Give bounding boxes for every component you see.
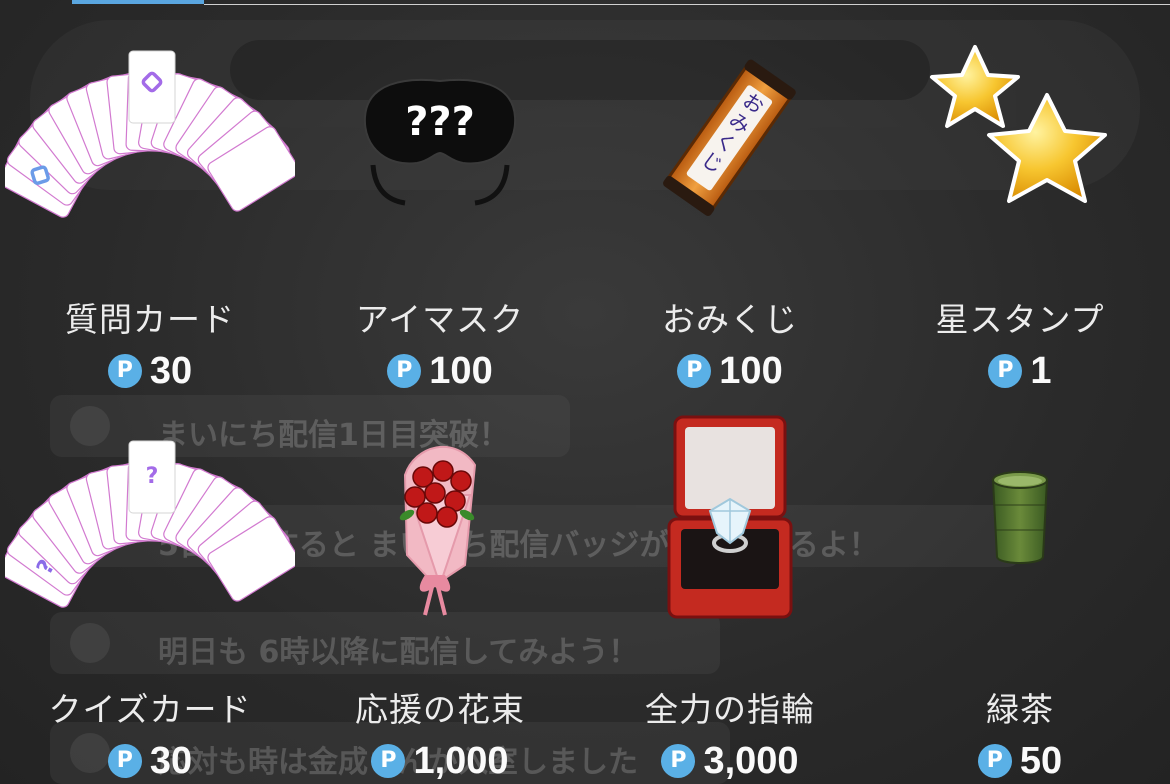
gift-item-price: P 1,000 (295, 737, 585, 784)
omikuji-box-icon: お み く じ (585, 25, 875, 255)
green-tea-cup-icon (875, 415, 1165, 645)
point-icon: P (387, 354, 422, 388)
top-tab-bar (0, 0, 1170, 5)
gift-item-diamond-ring[interactable]: 全力の指輪 P 3,000 (585, 415, 875, 782)
gift-item-price-value: 100 (429, 349, 493, 392)
gift-item-name: おみくじ (662, 300, 798, 339)
point-icon: P (677, 354, 712, 388)
diamond-ring-box-icon (585, 415, 875, 645)
gift-item-flower-bouquet[interactable]: 応援の花束 P 1,000 (295, 415, 585, 782)
point-icon: P (988, 354, 1023, 388)
point-icon: P (107, 744, 142, 778)
eye-mask-icon: ??? (295, 25, 585, 255)
gift-item-name: 星スタンプ (935, 300, 1105, 339)
quiz-card-deck-icon: ? ? (5, 415, 295, 645)
tab-divider (204, 4, 1170, 5)
point-icon: P (661, 744, 696, 778)
gift-item-price: P 1 (875, 347, 1165, 395)
gift-item-name: 質問カード (65, 300, 235, 339)
gift-item-name: アイマスク (355, 300, 525, 339)
gift-item-price-value: 1 (1030, 349, 1052, 392)
gift-item-price-value: 30 (149, 739, 193, 782)
mask-text: ??? (405, 99, 475, 145)
gift-item-price-value: 50 (1019, 739, 1063, 782)
gift-item-name: 緑茶 (986, 690, 1054, 729)
gift-item-name: 応援の花束 (355, 690, 525, 729)
gift-item-price-value: 1,000 (413, 739, 509, 782)
point-icon: P (977, 744, 1012, 778)
gift-item-price: P 30 (5, 737, 295, 784)
gift-item-eye-mask[interactable]: ??? アイマスク P 100 (295, 25, 585, 392)
gift-item-quiz-card[interactable]: ? ? クイズカード P 30 (5, 415, 295, 782)
gift-item-price: P 100 (295, 347, 585, 395)
question-card-deck-icon (5, 25, 295, 255)
star-stamp-icon (875, 25, 1165, 255)
flower-bouquet-icon (295, 415, 585, 645)
svg-text:?: ? (146, 464, 159, 489)
gift-item-question-card[interactable]: 質問カード P 30 (5, 25, 295, 392)
gift-item-star-stamp[interactable]: 星スタンプ P 1 (875, 25, 1165, 392)
gift-item-price: P 100 (585, 347, 875, 395)
active-tab-indicator[interactable] (72, 0, 204, 4)
gift-item-name: 全力の指輪 (645, 690, 815, 729)
gift-item-name: クイズカード (48, 690, 252, 729)
point-icon: P (371, 744, 406, 778)
gift-item-omikuji[interactable]: お み く じ おみくじ P 100 (585, 25, 875, 392)
gift-item-price: P 50 (875, 737, 1165, 784)
gift-item-price-value: 30 (149, 349, 193, 392)
gift-item-green-tea[interactable]: 緑茶 P 50 (875, 415, 1165, 782)
gift-panel: まいにち配信1日目突破！ 5日配信すると まいにち配信バッジが獲得できるよ！ 明… (0, 0, 1170, 784)
gift-item-price-value: 3,000 (703, 739, 799, 782)
point-icon: P (107, 354, 142, 388)
gift-item-price: P 3,000 (585, 737, 875, 784)
gift-item-price: P 30 (5, 347, 295, 395)
gift-item-price-value: 100 (719, 349, 783, 392)
